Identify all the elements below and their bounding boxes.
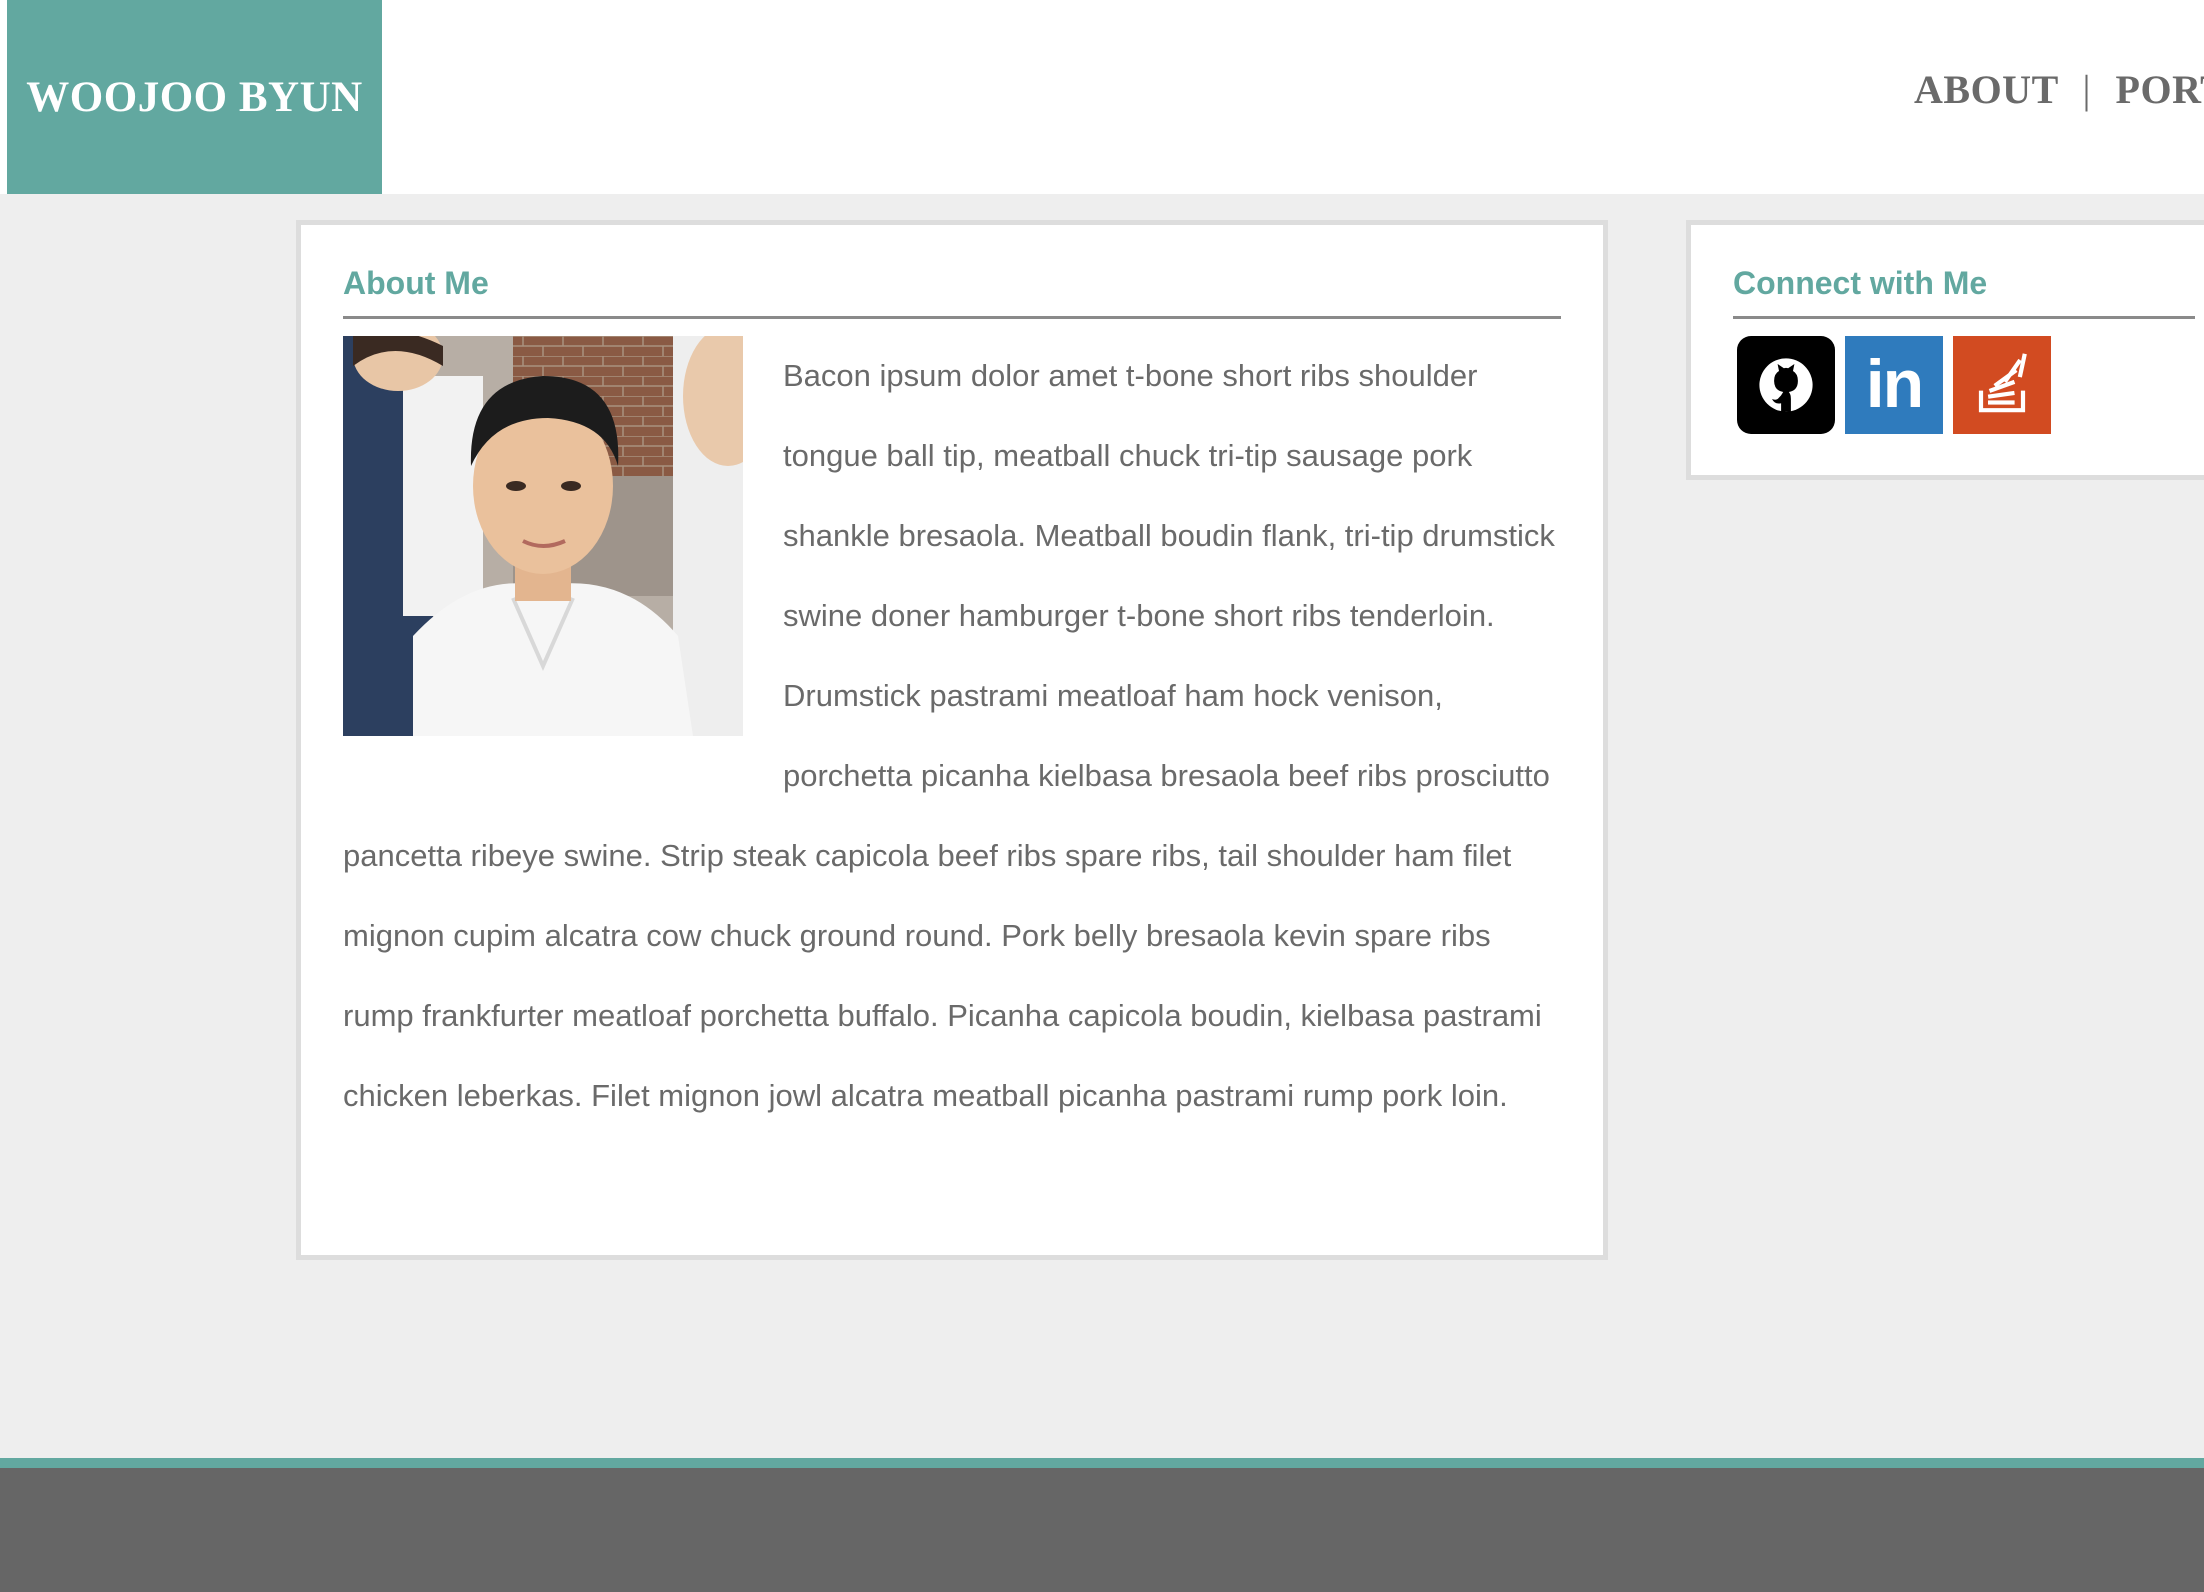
connect-panel-content: Connect with Me in: [1733, 265, 2195, 434]
nav-link-about[interactable]: ABOUT: [1914, 67, 2058, 112]
about-panel: About Me Bacon ipsum dolor amet t-bone s…: [296, 220, 1608, 1260]
github-icon: [1759, 358, 1813, 412]
stackoverflow-link[interactable]: [1953, 336, 2051, 434]
site-footer: [0, 1468, 2204, 1592]
site-logo[interactable]: WOOJOO BYUN: [7, 0, 382, 194]
linkedin-icon: in: [1865, 346, 1924, 422]
nav-link-portfolio[interactable]: PORTI: [2116, 67, 2204, 112]
connect-heading: Connect with Me: [1733, 265, 2195, 319]
about-text: Bacon ipsum dolor amet t-bone short ribs…: [343, 358, 1555, 1113]
connect-panel: Connect with Me in: [1686, 220, 2204, 480]
nav-separator: |: [2082, 67, 2092, 112]
stackoverflow-icon: [1978, 353, 2027, 413]
github-link[interactable]: [1737, 336, 1835, 434]
linkedin-link[interactable]: in: [1845, 336, 1943, 434]
about-heading: About Me: [343, 265, 1561, 319]
social-links: in: [1737, 336, 2195, 434]
footer-accent-stripe: [0, 1458, 2204, 1468]
site-logo-text: WOOJOO BYUN: [26, 73, 363, 121]
main-nav: ABOUT | PORTI: [1914, 66, 2204, 113]
about-panel-content: About Me Bacon ipsum dolor amet t-bone s…: [343, 265, 1561, 1136]
site-header: WOOJOO BYUN ABOUT | PORTI: [0, 0, 2204, 194]
about-body: Bacon ipsum dolor amet t-bone short ribs…: [343, 336, 1561, 1136]
